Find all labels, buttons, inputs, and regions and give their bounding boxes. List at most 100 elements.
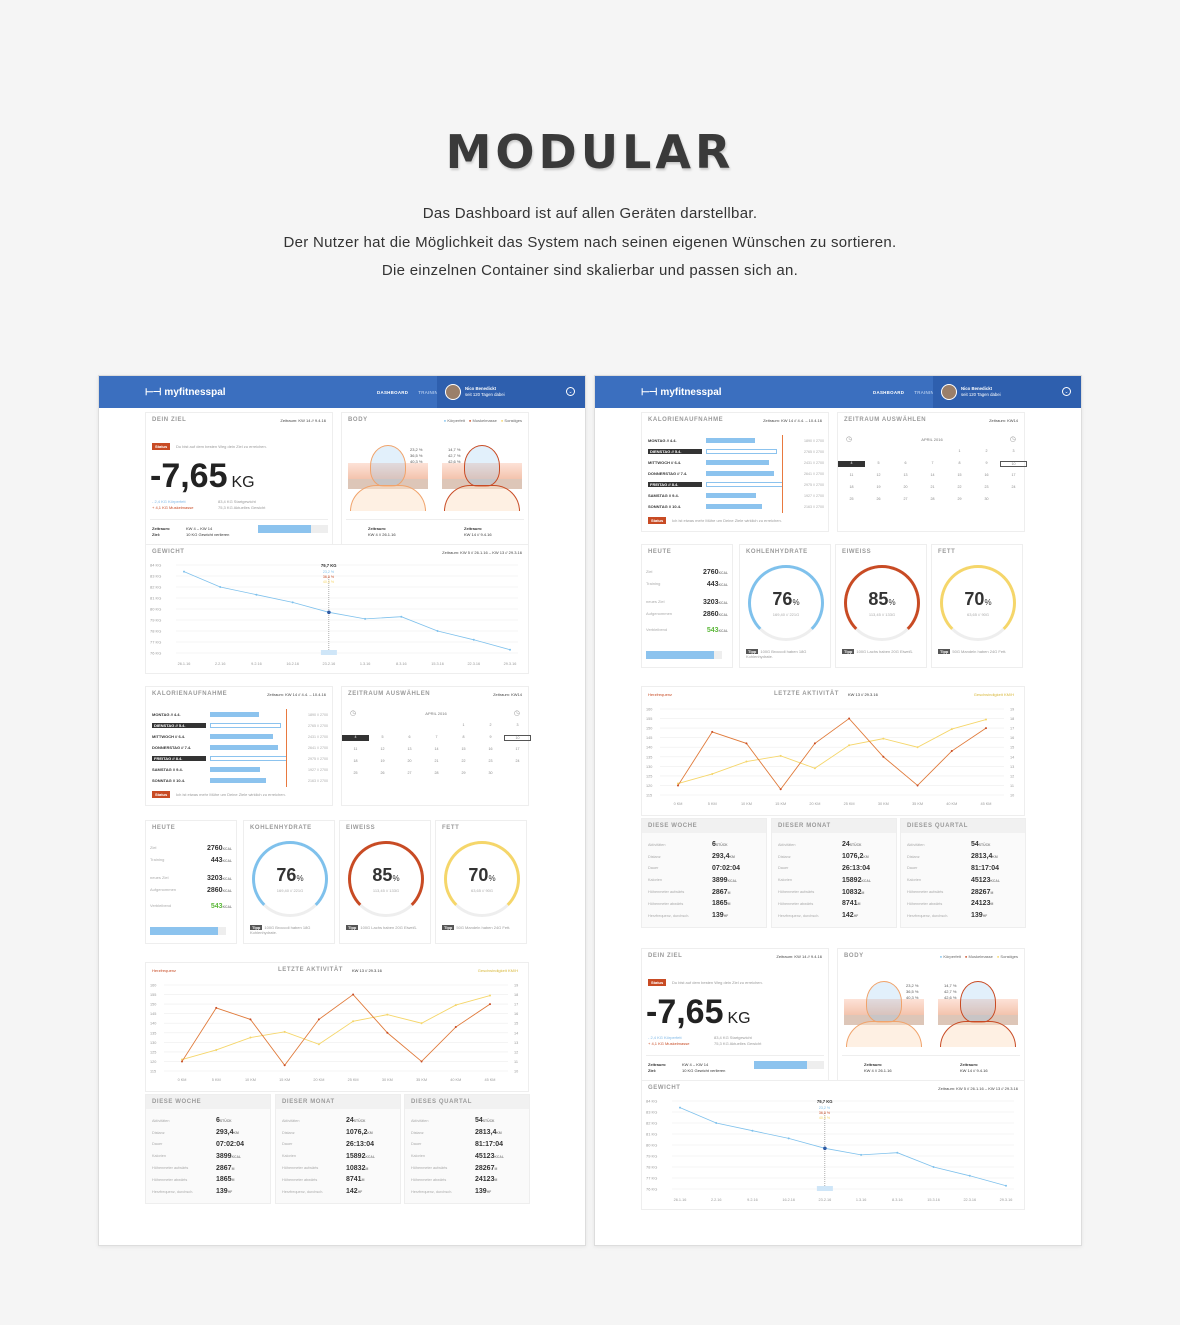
calendar-day[interactable]: 28 bbox=[423, 771, 450, 775]
legend-label: Körperfett bbox=[447, 418, 465, 423]
calorie-day-row[interactable]: SONNTAG // 10.4. 2163 // 2700 bbox=[648, 501, 824, 512]
calendar-day[interactable]: 17 bbox=[1000, 473, 1027, 477]
calendar-day[interactable]: 2 bbox=[477, 723, 504, 727]
calendar-day[interactable]: 4 bbox=[342, 735, 369, 741]
calendar-day[interactable]: 10 bbox=[504, 735, 531, 741]
calendar-day[interactable]: 8 bbox=[946, 461, 973, 467]
calendar-day[interactable] bbox=[396, 723, 423, 727]
calendar-day[interactable]: 11 bbox=[342, 747, 369, 751]
calendar-day[interactable]: 6 bbox=[396, 735, 423, 741]
calendar-day[interactable]: 3 bbox=[1000, 449, 1027, 453]
calendar-day[interactable]: 5 bbox=[865, 461, 892, 467]
calendar-day[interactable]: 23 bbox=[477, 759, 504, 763]
calendar-day[interactable]: 3 bbox=[504, 723, 531, 727]
calendar-day[interactable]: 25 bbox=[342, 771, 369, 775]
calendar-day[interactable]: 23 bbox=[973, 485, 1000, 489]
calorie-list: MONTAG // 4.4. 1890 // 2700 DIENSTAG // 5.… bbox=[152, 709, 328, 786]
day-label: FREITAG // 8.4. bbox=[648, 482, 702, 487]
calorie-day-row[interactable]: MONTAG // 4.4. 1890 // 2700 bbox=[648, 435, 824, 446]
chevron-down-icon[interactable]: ⌄ bbox=[566, 387, 575, 396]
calendar-day[interactable]: 2 bbox=[973, 449, 1000, 453]
calorie-day-row[interactable]: DONNERSTAG // 7.4. 2641 // 2700 bbox=[152, 742, 328, 753]
calendar-day[interactable] bbox=[1000, 497, 1027, 501]
calendar-day[interactable]: 18 bbox=[838, 485, 865, 489]
calendar-day[interactable]: 16 bbox=[477, 747, 504, 751]
calendar-day[interactable]: 26 bbox=[865, 497, 892, 501]
calendar-day[interactable]: 9 bbox=[477, 735, 504, 741]
calendar-day[interactable] bbox=[919, 449, 946, 453]
calorie-day-row[interactable]: DONNERSTAG // 7.4. 2641 // 2700 bbox=[648, 468, 824, 479]
calendar-day[interactable] bbox=[369, 723, 396, 727]
calendar-day[interactable]: 20 bbox=[396, 759, 423, 763]
calendar-day[interactable]: 30 bbox=[477, 771, 504, 775]
calorie-day-row[interactable]: MITTWOCH // 6.4. 2431 // 2700 bbox=[152, 731, 328, 742]
calendar-day[interactable]: 25 bbox=[838, 497, 865, 501]
calendar-day[interactable]: 22 bbox=[450, 759, 477, 763]
calendar-day[interactable]: 27 bbox=[892, 497, 919, 501]
calendar-day[interactable]: 15 bbox=[450, 747, 477, 751]
calendar-day[interactable]: 13 bbox=[396, 747, 423, 751]
calendar-day[interactable] bbox=[892, 449, 919, 453]
calorie-day-row[interactable]: MONTAG // 4.4. 1890 // 2700 bbox=[152, 709, 328, 720]
calorie-day-row[interactable]: FREITAG // 8.4. 2975 // 2700 bbox=[648, 479, 824, 490]
calendar-day[interactable]: 27 bbox=[396, 771, 423, 775]
calendar-day[interactable]: 14 bbox=[919, 473, 946, 477]
calendar-day[interactable]: 19 bbox=[865, 485, 892, 489]
brand-logo[interactable]: ⊢⊣ myfitnesspal bbox=[641, 387, 751, 398]
calendar-day[interactable]: 22 bbox=[946, 485, 973, 489]
nav-item-dashboard[interactable]: DASHBOARD bbox=[377, 390, 408, 395]
calendar-day[interactable] bbox=[342, 723, 369, 727]
calendar-day[interactable]: 24 bbox=[1000, 485, 1027, 489]
calendar-day[interactable]: 15 bbox=[946, 473, 973, 477]
user-menu[interactable]: Nico Benedickt seit 120 Tagen dabei ⌄ bbox=[437, 376, 585, 408]
nav-item-dashboard[interactable]: DASHBOARD bbox=[873, 390, 904, 395]
calorie-day-row[interactable]: DIENSTAG // 5.4. 2765 // 2700 bbox=[152, 720, 328, 731]
calendar-day[interactable]: 8 bbox=[450, 735, 477, 741]
calendar-day[interactable]: 5 bbox=[369, 735, 396, 741]
calendar-day[interactable]: 11 bbox=[838, 473, 865, 477]
calendar-day[interactable]: 13 bbox=[892, 473, 919, 477]
calendar-day[interactable]: 4 bbox=[838, 461, 865, 467]
calorie-day-row[interactable]: MITTWOCH // 6.4. 2431 // 2700 bbox=[648, 457, 824, 468]
stats-row: Herzfrequenz, durchsch. 139HF bbox=[648, 910, 764, 922]
calendar-day[interactable]: 20 bbox=[892, 485, 919, 489]
calendar-day[interactable] bbox=[865, 449, 892, 453]
calendar-day[interactable] bbox=[423, 723, 450, 727]
calendar-day[interactable]: 6 bbox=[892, 461, 919, 467]
calendar-day[interactable]: 9 bbox=[973, 461, 1000, 467]
calendar-day[interactable]: 16 bbox=[973, 473, 1000, 477]
calendar-day[interactable]: 26 bbox=[369, 771, 396, 775]
calendar-day[interactable]: 17 bbox=[504, 747, 531, 751]
calendar-day[interactable] bbox=[838, 449, 865, 453]
calorie-day-row[interactable]: SAMSTAG // 9.4. 1927 // 2700 bbox=[648, 490, 824, 501]
calendar-day[interactable]: 21 bbox=[423, 759, 450, 763]
calendar-day[interactable]: 1 bbox=[946, 449, 973, 453]
calorie-day-row[interactable]: FREITAG // 8.4. 2975 // 2700 bbox=[152, 753, 328, 764]
calendar-day[interactable]: 19 bbox=[369, 759, 396, 763]
calendar-day[interactable]: 24 bbox=[504, 759, 531, 763]
calendar-day[interactable]: 28 bbox=[919, 497, 946, 501]
heartrate-point bbox=[677, 784, 679, 787]
user-menu[interactable]: Nico Benedickt seit 120 Tagen dabei ⌄ bbox=[933, 376, 1081, 408]
calendar-day[interactable]: 7 bbox=[919, 461, 946, 467]
calendar-day[interactable]: 12 bbox=[369, 747, 396, 751]
stats-list: Aktivitäten 54STÜCK Distanz 2813,4KM Dauer 81… bbox=[411, 1115, 527, 1198]
calendar-day[interactable]: 18 bbox=[342, 759, 369, 763]
calendar-day[interactable] bbox=[504, 771, 531, 775]
calorie-day-row[interactable]: SONNTAG // 10.4. 2163 // 2700 bbox=[152, 775, 328, 786]
calendar-day[interactable]: 12 bbox=[865, 473, 892, 477]
speed-point bbox=[985, 718, 987, 721]
calendar-day[interactable]: 7 bbox=[423, 735, 450, 741]
calorie-day-row[interactable]: DIENSTAG // 5.4. 2765 // 2700 bbox=[648, 446, 824, 457]
calendar-day[interactable]: 14 bbox=[423, 747, 450, 751]
calendar-day[interactable]: 29 bbox=[450, 771, 477, 775]
calendar-day[interactable]: 21 bbox=[919, 485, 946, 489]
calendar-day[interactable]: 30 bbox=[973, 497, 1000, 501]
stats-value: 28267M bbox=[475, 1165, 527, 1172]
calendar-day[interactable]: 10 bbox=[1000, 461, 1027, 467]
chevron-down-icon[interactable]: ⌄ bbox=[1062, 387, 1071, 396]
calorie-day-row[interactable]: SAMSTAG // 9.4. 1927 // 2700 bbox=[152, 764, 328, 775]
brand-logo[interactable]: ⊢⊣ myfitnesspal bbox=[145, 387, 255, 398]
calendar-day[interactable]: 1 bbox=[450, 723, 477, 727]
calendar-day[interactable]: 29 bbox=[946, 497, 973, 501]
